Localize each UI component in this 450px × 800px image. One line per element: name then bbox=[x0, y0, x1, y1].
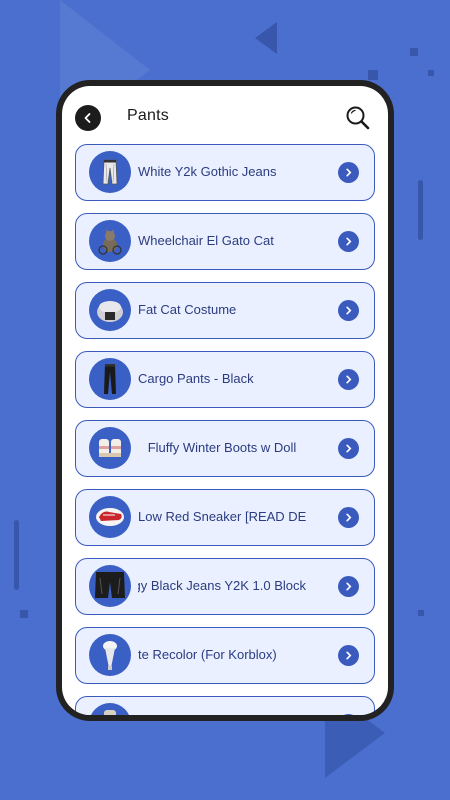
item-label: te Recolor (For Korblox) bbox=[138, 647, 277, 662]
item-label: White Y2k Gothic Jeans bbox=[138, 164, 277, 179]
list-item[interactable]: Fluffy Winter Boots w Doll bbox=[75, 420, 375, 477]
back-button[interactable] bbox=[75, 105, 101, 131]
background-square bbox=[428, 70, 434, 76]
list-item[interactable]: gy Black Jeans Y2K 1.0 Block bbox=[75, 558, 375, 615]
item-icon bbox=[89, 703, 131, 715]
chevron-left-icon bbox=[84, 113, 91, 123]
background-square bbox=[410, 48, 418, 56]
phone-frame: Pants White Y2k Gothic Jeans Wheelchair … bbox=[56, 80, 394, 721]
chevron-right-icon bbox=[338, 645, 359, 666]
boots-icon bbox=[89, 427, 131, 469]
chevron-right-icon bbox=[338, 507, 359, 528]
search-icon bbox=[346, 106, 370, 130]
shorts-icon bbox=[89, 565, 131, 607]
list-item[interactable]: Cargo Pants - Black bbox=[75, 351, 375, 408]
item-label: gy Black Jeans Y2K 1.0 Block bbox=[138, 578, 306, 593]
jeans-icon bbox=[89, 151, 131, 193]
item-label: Fluffy Winter Boots w Doll bbox=[147, 440, 297, 455]
item-label: Low Red Sneaker [READ DE bbox=[138, 509, 306, 524]
list-item[interactable]: te Recolor (For Korblox) bbox=[75, 627, 375, 684]
sneaker-icon bbox=[89, 496, 131, 538]
chevron-right-icon bbox=[338, 714, 359, 715]
background-square bbox=[418, 610, 424, 616]
chevron-right-icon bbox=[338, 576, 359, 597]
list-item[interactable]: Fat Cat Costume bbox=[75, 282, 375, 339]
item-label: Wheelchair El Gato Cat bbox=[138, 233, 274, 248]
item-label bbox=[138, 697, 306, 715]
background-triangle bbox=[255, 22, 277, 54]
chevron-right-icon bbox=[338, 300, 359, 321]
app-screen: Pants White Y2k Gothic Jeans Wheelchair … bbox=[62, 86, 388, 715]
list-item[interactable]: Wheelchair El Gato Cat bbox=[75, 213, 375, 270]
list-item[interactable] bbox=[75, 696, 375, 715]
background-square bbox=[368, 70, 378, 80]
chevron-right-icon bbox=[338, 438, 359, 459]
costume-icon bbox=[89, 289, 131, 331]
chevron-right-icon bbox=[338, 162, 359, 183]
background-square bbox=[20, 610, 28, 618]
cat-icon bbox=[89, 220, 131, 262]
item-label: Cargo Pants - Black bbox=[138, 371, 254, 386]
chevron-right-icon bbox=[338, 369, 359, 390]
leg-icon bbox=[89, 634, 131, 676]
chevron-right-icon bbox=[338, 231, 359, 252]
pants-icon bbox=[89, 358, 131, 400]
item-label: Fat Cat Costume bbox=[138, 302, 237, 317]
header: Pants bbox=[62, 86, 388, 146]
list-item[interactable]: Low Red Sneaker [READ DE bbox=[75, 489, 375, 546]
search-button[interactable] bbox=[344, 104, 372, 132]
background-line bbox=[14, 520, 19, 590]
list-item[interactable]: White Y2k Gothic Jeans bbox=[75, 144, 375, 201]
page-title: Pants bbox=[127, 107, 169, 124]
background-line bbox=[418, 180, 423, 240]
